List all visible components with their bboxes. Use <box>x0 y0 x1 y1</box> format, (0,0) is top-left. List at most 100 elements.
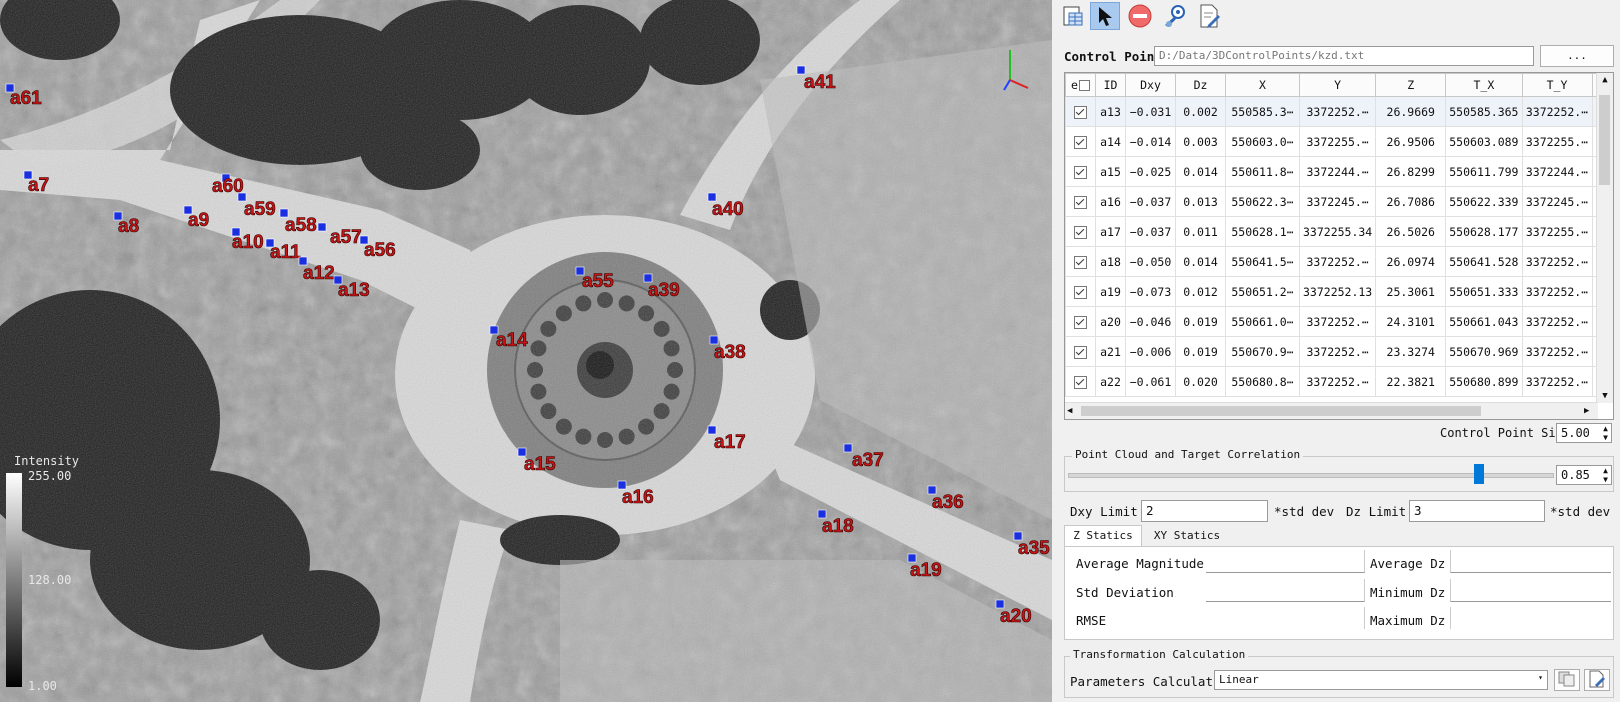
maximum-dz-field[interactable] <box>1450 607 1611 629</box>
cell-z[interactable]: 26.0974 <box>1375 246 1447 277</box>
cell-dxy[interactable]: −0.037 <box>1125 216 1176 247</box>
cell-x[interactable]: 550670.9⋯ <box>1225 336 1300 367</box>
cell-tx[interactable]: 550622.339 <box>1445 186 1523 217</box>
cell-z[interactable]: 22.3821 <box>1375 366 1447 397</box>
scroll-left-icon[interactable]: ◀ <box>1067 404 1079 418</box>
control-point-marker-icon[interactable] <box>317 222 327 232</box>
cell-id[interactable]: a14 <box>1095 126 1126 157</box>
column-header[interactable]: e <box>1065 73 1096 97</box>
tab-z-statics[interactable]: Z Statics <box>1064 525 1142 547</box>
add-point-button[interactable] <box>1160 2 1190 30</box>
cell-id[interactable]: a19 <box>1095 276 1126 307</box>
cell-z[interactable]: 26.8299 <box>1375 156 1447 187</box>
cell-dz[interactable]: 0.003 <box>1175 126 1226 157</box>
cell-ty[interactable]: 3372252.⋯ <box>1521 276 1593 307</box>
table-row[interactable]: a17 −0.037 0.011 550628.1⋯ 3372255.34 26.5026… <box>1065 216 1613 247</box>
dxy-limit-field[interactable]: 2 <box>1141 500 1268 522</box>
table-row[interactable]: a20 −0.046 0.019 550661.0⋯ 3372252.⋯ 24.3101 5… <box>1065 306 1613 337</box>
cell-y[interactable]: 3372252.⋯ <box>1298 246 1377 277</box>
average-dz-field[interactable] <box>1450 550 1611 573</box>
minimum-dz-field[interactable] <box>1450 579 1611 602</box>
tab-xy-statics[interactable]: XY Statics <box>1142 527 1232 547</box>
cell-tx[interactable]: 550585.365 <box>1445 96 1523 127</box>
row-enable-checkbox[interactable] <box>1074 105 1087 119</box>
row-enable-cell[interactable] <box>1065 156 1096 187</box>
row-enable-checkbox[interactable] <box>1074 135 1087 149</box>
cell-dxy[interactable]: −0.073 <box>1125 276 1176 307</box>
column-header[interactable]: Dxy <box>1125 73 1176 97</box>
cell-tx[interactable]: 550661.043 <box>1445 306 1523 337</box>
scroll-up-icon[interactable]: ▲ <box>1597 73 1613 87</box>
table-row[interactable]: a21 −0.006 0.019 550670.9⋯ 3372252.⋯ 23.3274 5… <box>1065 336 1613 367</box>
column-header[interactable]: X <box>1225 73 1300 97</box>
row-enable-checkbox[interactable] <box>1074 195 1087 209</box>
dz-limit-field[interactable]: 3 <box>1409 500 1545 522</box>
table-row[interactable]: a19 −0.073 0.012 550651.2⋯ 3372252.13 25.3061… <box>1065 276 1613 307</box>
cell-ty[interactable]: 3372252.⋯ <box>1521 96 1593 127</box>
row-enable-cell[interactable] <box>1065 276 1096 307</box>
copy-button[interactable] <box>1554 669 1580 691</box>
cell-dz[interactable]: 0.019 <box>1175 306 1226 337</box>
cell-z[interactable]: 26.9506 <box>1375 126 1447 157</box>
cell-x[interactable]: 550680.8⋯ <box>1225 366 1300 397</box>
column-header[interactable]: Y <box>1298 73 1377 97</box>
std-deviation-field[interactable] <box>1206 579 1365 602</box>
cell-tx[interactable]: 550651.333 <box>1445 276 1523 307</box>
rmse-field[interactable] <box>1206 607 1365 629</box>
cell-dxy[interactable]: −0.031 <box>1125 96 1176 127</box>
cell-tx[interactable]: 550611.799 <box>1445 156 1523 187</box>
cell-x[interactable]: 550661.0⋯ <box>1225 306 1300 337</box>
cell-y[interactable]: 3372252.⋯ <box>1298 336 1377 367</box>
cell-id[interactable]: a15 <box>1095 156 1126 187</box>
average-magnitude-field[interactable] <box>1206 550 1365 573</box>
row-enable-cell[interactable] <box>1065 216 1096 247</box>
cell-ty[interactable]: 3372252.⋯ <box>1521 366 1593 397</box>
cell-y[interactable]: 3372245.⋯ <box>1298 186 1377 217</box>
cell-z[interactable]: 26.5026 <box>1375 216 1447 247</box>
cell-dz[interactable]: 0.014 <box>1175 246 1226 277</box>
cell-y[interactable]: 3372252.⋯ <box>1298 306 1377 337</box>
correlation-slider-thumb[interactable] <box>1474 464 1485 484</box>
control-point-marker-icon[interactable] <box>843 443 853 453</box>
column-header[interactable]: ID <box>1095 73 1126 97</box>
correlation-spinner[interactable]: 0.85 ▲ ▼ <box>1556 465 1612 485</box>
cell-x[interactable]: 550603.0⋯ <box>1225 126 1300 157</box>
browse-button[interactable]: ... <box>1540 45 1614 67</box>
table-row[interactable]: a15 −0.025 0.014 550611.8⋯ 3372244.⋯ 26.8299 5… <box>1065 156 1613 187</box>
select-point-button[interactable] <box>1090 2 1120 30</box>
cell-dz[interactable]: 0.020 <box>1175 366 1226 397</box>
table-row[interactable]: a14 −0.014 0.003 550603.0⋯ 3372255.⋯ 26.9506 5… <box>1065 126 1613 157</box>
remove-point-button[interactable] <box>1125 2 1155 30</box>
cell-z[interactable]: 23.3274 <box>1375 336 1447 367</box>
table-row[interactable]: a16 −0.037 0.013 550622.3⋯ 3372245.⋯ 26.7086 5… <box>1065 186 1613 217</box>
cell-y[interactable]: 3372255.⋯ <box>1298 126 1377 157</box>
row-enable-cell[interactable] <box>1065 186 1096 217</box>
cell-ty[interactable]: 3372245.⋯ <box>1521 186 1593 217</box>
table-row[interactable]: a22 −0.061 0.020 550680.8⋯ 3372252.⋯ 22.3821 5… <box>1065 366 1613 397</box>
cell-tx[interactable]: 550603.089 <box>1445 126 1523 157</box>
horizontal-scroll-thumb[interactable] <box>1081 406 1481 416</box>
cell-dxy[interactable]: −0.046 <box>1125 306 1176 337</box>
cell-x[interactable]: 550628.1⋯ <box>1225 216 1300 247</box>
cell-id[interactable]: a20 <box>1095 306 1126 337</box>
cell-dxy[interactable]: −0.014 <box>1125 126 1176 157</box>
row-enable-cell[interactable] <box>1065 246 1096 277</box>
cell-dz[interactable]: 0.014 <box>1175 156 1226 187</box>
cell-id[interactable]: a18 <box>1095 246 1126 277</box>
row-enable-checkbox[interactable] <box>1074 375 1087 389</box>
vertical-scroll-thumb[interactable] <box>1599 95 1610 185</box>
cell-x[interactable]: 550611.8⋯ <box>1225 156 1300 187</box>
control-points-path-field[interactable]: D:/Data/3DControlPoints/kzd.txt <box>1154 46 1534 66</box>
cell-dxy[interactable]: −0.037 <box>1125 186 1176 217</box>
row-enable-checkbox[interactable] <box>1074 285 1087 299</box>
cell-ty[interactable]: 3372255.⋯ <box>1521 216 1593 247</box>
cell-ty[interactable]: 3372244.⋯ <box>1521 156 1593 187</box>
control-points-table[interactable]: e ID Dxy Dz X Y Z T_X T_Y a13 −0.031 0.002 550585.3… <box>1064 72 1614 420</box>
table-row[interactable]: a13 −0.031 0.002 550585.3⋯ 3372252.⋯ 26.9669 5… <box>1065 96 1613 127</box>
point-cloud-canvas[interactable]: Intensity 255.00 128.00 1.00 a61a7a8 a9a6… <box>0 0 1052 702</box>
cell-y[interactable]: 3372252.⋯ <box>1298 96 1377 127</box>
cell-dz[interactable]: 0.013 <box>1175 186 1226 217</box>
cell-dxy[interactable]: −0.061 <box>1125 366 1176 397</box>
cell-tx[interactable]: 550680.899 <box>1445 366 1523 397</box>
row-enable-cell[interactable] <box>1065 366 1096 397</box>
